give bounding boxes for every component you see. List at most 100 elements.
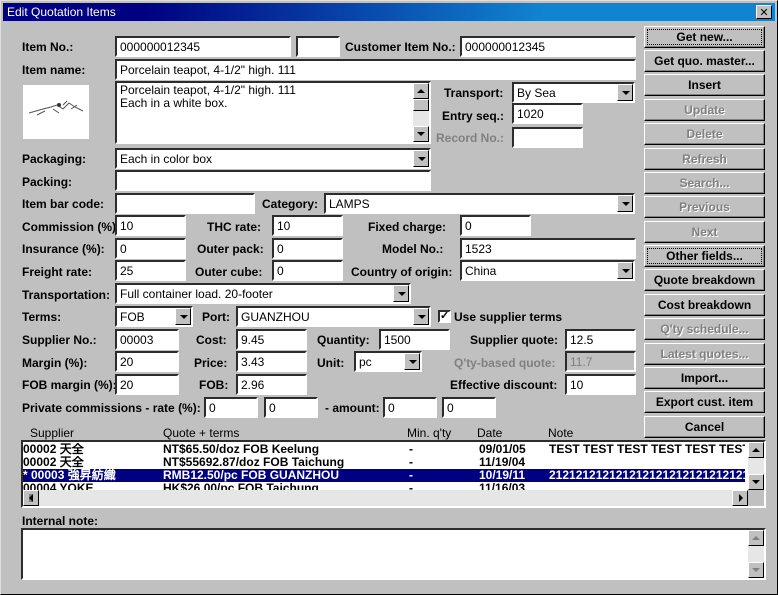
- quote-breakdown-button[interactable]: Quote breakdown: [644, 269, 765, 291]
- scroll-down-icon[interactable]: [413, 126, 429, 142]
- item-bar-code-field[interactable]: [115, 193, 255, 214]
- private-rate-field-1[interactable]: 0: [204, 397, 258, 418]
- chevron-down-icon[interactable]: [393, 285, 409, 302]
- qty-schedule-button[interactable]: Q'ty schedule...: [644, 318, 765, 340]
- cell-min-qty: -: [409, 469, 413, 482]
- fob-margin-field[interactable]: 20: [115, 374, 179, 395]
- outer-cube-field[interactable]: 0: [272, 260, 343, 281]
- get-new-button[interactable]: Get new...: [644, 26, 765, 48]
- private-rate-field-2[interactable]: 0: [264, 397, 318, 418]
- insert-button[interactable]: Insert: [644, 74, 765, 96]
- other-fields-button[interactable]: Other fields...: [644, 245, 765, 267]
- terms-value: FOB: [120, 310, 145, 324]
- cancel-button[interactable]: Cancel: [644, 416, 765, 438]
- cell-min-qty: -: [409, 443, 413, 456]
- next-button[interactable]: Next: [644, 221, 765, 243]
- cost-breakdown-button[interactable]: Cost breakdown: [644, 294, 765, 316]
- scroll-up-icon[interactable]: [413, 83, 429, 99]
- port-select[interactable]: GUANZHOU: [236, 306, 431, 327]
- unit-select[interactable]: pc: [354, 351, 422, 372]
- packaging-select[interactable]: Each in color box: [115, 148, 431, 169]
- item-no-suffix-field[interactable]: [296, 36, 340, 57]
- quotes-horizontal-scrollbar[interactable]: [23, 490, 748, 506]
- scroll-up-icon[interactable]: [748, 442, 764, 458]
- scroll-down-icon[interactable]: [748, 562, 764, 578]
- commission-field[interactable]: 10: [115, 215, 186, 236]
- fixed-charge-field[interactable]: 0: [460, 215, 531, 236]
- amount-label: - amount:: [325, 401, 380, 415]
- cell-date: 10/19/11: [479, 469, 526, 482]
- chevron-down-icon[interactable]: [404, 353, 420, 370]
- chevron-down-icon[interactable]: [617, 195, 633, 212]
- qty-based-quote-label: Q'ty-based quote:: [454, 356, 556, 370]
- scroll-down-icon[interactable]: [748, 474, 764, 490]
- effective-discount-field[interactable]: 10: [565, 374, 636, 395]
- internal-note-textarea[interactable]: [21, 528, 766, 580]
- chevron-down-icon[interactable]: [175, 308, 191, 325]
- supplier-quote-field[interactable]: 12.5: [565, 329, 636, 350]
- item-image[interactable]: [23, 85, 89, 139]
- previous-button[interactable]: Previous: [644, 196, 765, 218]
- fob-field[interactable]: 2.96: [236, 374, 307, 395]
- title-bar[interactable]: Edit Quotation Items: [3, 3, 775, 21]
- export-cust-item-button[interactable]: Export cust. item: [644, 391, 765, 413]
- quotes-list[interactable]: 00002 天全 NT$65.50/doz FOB Keelung - 09/0…: [21, 440, 766, 508]
- table-row[interactable]: 00002 天全 NT$55692.87/doz FOB Taichung - …: [23, 456, 745, 469]
- close-icon[interactable]: ✕: [756, 5, 772, 19]
- insurance-field[interactable]: 0: [115, 238, 186, 259]
- category-select[interactable]: LAMPS: [324, 193, 635, 214]
- description-scrollbar[interactable]: [413, 83, 429, 142]
- quantity-field[interactable]: 1500: [379, 329, 450, 350]
- use-supplier-terms-checkbox[interactable]: ✓: [438, 310, 451, 323]
- margin-field[interactable]: 20: [115, 351, 179, 372]
- outer-pack-field[interactable]: 0: [272, 238, 343, 259]
- chevron-down-icon[interactable]: [617, 262, 633, 279]
- quantity-label: Quantity:: [317, 333, 370, 347]
- item-bar-code-label: Item bar code:: [22, 197, 105, 211]
- customer-item-no-field[interactable]: 000000012345: [460, 36, 636, 57]
- scroll-left-icon[interactable]: [23, 490, 39, 506]
- get-quo-master-button[interactable]: Get quo. master...: [644, 50, 765, 72]
- import-button[interactable]: Import...: [644, 367, 765, 389]
- scroll-right-icon[interactable]: [732, 490, 748, 506]
- freight-rate-field[interactable]: 25: [115, 260, 186, 281]
- cost-field[interactable]: 9.45: [236, 329, 307, 350]
- col-header-supplier[interactable]: Supplier: [30, 426, 74, 440]
- private-amount-field-1[interactable]: 0: [383, 397, 437, 418]
- col-header-date[interactable]: Date: [477, 426, 502, 440]
- chevron-down-icon[interactable]: [617, 84, 633, 101]
- transportation-select[interactable]: Full container load. 20-footer: [115, 283, 411, 304]
- price-label: Price:: [194, 356, 228, 370]
- internal-note-scrollbar[interactable]: [748, 530, 764, 578]
- col-header-min-qty[interactable]: Min. q'ty: [407, 426, 451, 440]
- col-header-note[interactable]: Note: [548, 426, 573, 440]
- refresh-button[interactable]: Refresh: [644, 148, 765, 170]
- table-row[interactable]: 00002 天全 NT$65.50/doz FOB Keelung - 09/0…: [23, 443, 745, 456]
- terms-select[interactable]: FOB: [115, 306, 193, 327]
- entry-seq-field[interactable]: 1020: [512, 103, 583, 124]
- price-field[interactable]: 3.43: [236, 351, 307, 372]
- col-header-quote-terms[interactable]: Quote + terms: [163, 426, 239, 440]
- delete-button[interactable]: Delete: [644, 123, 765, 145]
- table-row-selected[interactable]: * 00003 強昇紡織 RMB12.50/pc FOB GUANZHOU - …: [23, 469, 745, 482]
- thc-rate-field[interactable]: 10: [272, 215, 343, 236]
- update-button[interactable]: Update: [644, 99, 765, 121]
- packing-field[interactable]: [115, 170, 431, 191]
- transport-select[interactable]: By Sea: [512, 82, 635, 103]
- scroll-thumb[interactable]: [413, 99, 429, 111]
- model-no-field[interactable]: 1523: [460, 238, 636, 259]
- record-no-field[interactable]: [512, 127, 583, 148]
- scroll-up-icon[interactable]: [748, 530, 764, 546]
- item-no-field[interactable]: 000000012345: [115, 36, 291, 57]
- description-textarea[interactable]: Porcelain teapot, 4-1/2" high. 111 Each …: [115, 81, 431, 144]
- item-name-field[interactable]: Porcelain teapot, 4-1/2" high. 111: [115, 59, 636, 80]
- private-amount-field-2[interactable]: 0: [442, 397, 496, 418]
- qty-based-quote-field: 11.7: [565, 351, 636, 372]
- chevron-down-icon[interactable]: [413, 308, 429, 325]
- latest-quotes-button[interactable]: Latest quotes...: [644, 343, 765, 365]
- country-of-origin-select[interactable]: China: [460, 260, 635, 281]
- chevron-down-icon[interactable]: [413, 150, 429, 167]
- quotes-vertical-scrollbar[interactable]: [748, 442, 764, 490]
- supplier-no-field[interactable]: 00003: [115, 329, 179, 350]
- search-button[interactable]: Search...: [644, 172, 765, 194]
